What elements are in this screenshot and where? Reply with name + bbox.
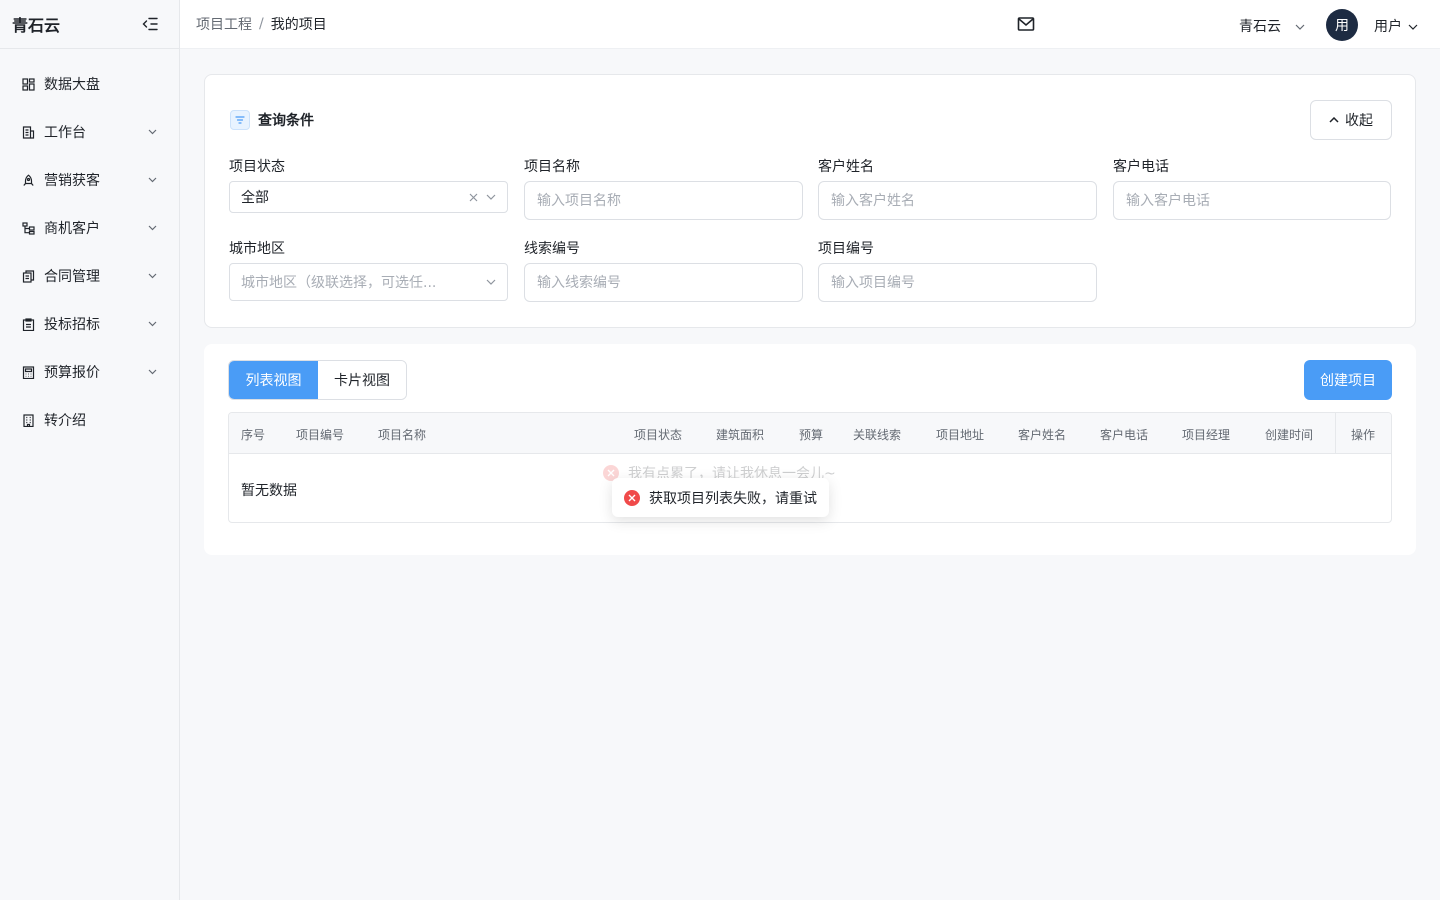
- tenant-switcher[interactable]: 青石云: [1239, 16, 1305, 36]
- table-header: 序号 项目编号 项目名称 项目状态 建筑面积 预算 关联线索 项目地址 客户姓名…: [229, 413, 1391, 454]
- sidebar-item-quotes[interactable]: 预算报价: [0, 348, 179, 396]
- collapse-button[interactable]: 收起: [1310, 100, 1392, 140]
- sidebar-item-bidding[interactable]: 投标招标: [0, 300, 179, 348]
- chevron-down-icon: [485, 191, 497, 203]
- sidebar-brand: 青石云: [0, 0, 179, 49]
- chevron-down-icon: [147, 319, 157, 329]
- chevron-down-icon: [147, 271, 157, 281]
- sidebar-item-dashboard[interactable]: 数据大盘: [0, 60, 179, 108]
- customer-name-input[interactable]: [818, 181, 1097, 220]
- sidebar-item-customers[interactable]: 商机客户: [0, 204, 179, 252]
- query-title: 查询条件: [230, 110, 314, 130]
- avatar[interactable]: 用: [1326, 9, 1358, 41]
- column-header: 项目地址: [936, 428, 985, 442]
- marketing-icon: [21, 173, 35, 187]
- sidebar-menu: 数据大盘 工作台 营销获客 商机客户 合同管理 投标招标 预算报价 转介绍: [0, 49, 179, 444]
- sidebar-item-label: 转介绍: [44, 413, 86, 429]
- empty-state-text: 暂无数据: [241, 483, 297, 499]
- column-header: 客户姓名: [1018, 428, 1067, 442]
- status-label: 项目状态: [229, 159, 285, 175]
- tenant-label: 青石云: [1239, 19, 1281, 35]
- sidebar-item-referral[interactable]: 转介绍: [0, 396, 179, 444]
- breadcrumb-parent[interactable]: 项目工程: [196, 14, 252, 34]
- column-header: 客户电话: [1100, 428, 1149, 442]
- tab-card-view[interactable]: 卡片视图: [318, 361, 406, 399]
- column-header: 项目编号: [296, 428, 345, 442]
- sidebar-collapse-icon[interactable]: [141, 15, 159, 33]
- column-header: 序号: [241, 428, 266, 442]
- sidebar-item-label: 投标招标: [44, 317, 100, 333]
- status-select-value: 全部: [241, 190, 269, 206]
- dashboard-icon: [21, 77, 35, 91]
- building-icon: [21, 413, 35, 427]
- mail-icon[interactable]: [1017, 16, 1035, 32]
- user-menu[interactable]: 用户: [1374, 16, 1418, 36]
- project-name-input[interactable]: [524, 181, 803, 220]
- column-header: 关联线索: [853, 428, 902, 442]
- customer-phone-label: 客户电话: [1113, 159, 1169, 175]
- chevron-down-icon: [147, 223, 157, 233]
- status-select[interactable]: 全部: [229, 181, 508, 213]
- filter-icon: [230, 110, 250, 130]
- create-project-button[interactable]: 创建项目: [1304, 360, 1392, 400]
- customer-icon: [21, 221, 35, 235]
- error-toast: 获取项目列表失败，请重试: [612, 478, 829, 517]
- sidebar-item-label: 工作台: [44, 125, 86, 141]
- city-cascader[interactable]: 城市地区（级联选择，可选任...: [229, 263, 508, 301]
- column-header: 项目名称: [378, 428, 427, 442]
- sidebar-item-workbench[interactable]: 工作台: [0, 108, 179, 156]
- customer-name-label: 客户姓名: [818, 159, 874, 175]
- column-divider: [1335, 413, 1336, 454]
- sidebar-item-marketing[interactable]: 营销获客: [0, 156, 179, 204]
- column-header: 项目状态: [634, 428, 683, 442]
- brand-title: 青石云: [12, 16, 61, 35]
- query-title-text: 查询条件: [258, 113, 314, 129]
- sidebar: 青石云 数据大盘 工作台 营销获客 商机客户 合同管理 投标招标 预算报价 转介…: [0, 0, 180, 900]
- column-header: 预算: [799, 428, 824, 442]
- calculator-icon: [21, 365, 35, 379]
- column-header: 项目经理: [1182, 428, 1231, 442]
- chevron-down-icon: [485, 276, 497, 288]
- lead-no-label: 线索编号: [524, 241, 580, 257]
- collapse-label: 收起: [1345, 113, 1373, 129]
- view-toggle: 列表视图 卡片视图: [228, 360, 407, 400]
- customer-phone-input[interactable]: [1113, 181, 1391, 220]
- error-toast-text: 获取项目列表失败，请重试: [649, 490, 817, 507]
- contract-icon: [21, 269, 35, 283]
- column-header: 建筑面积: [716, 428, 765, 442]
- breadcrumb: 项目工程 / 我的项目: [196, 14, 327, 34]
- project-list-panel: 列表视图 卡片视图 创建项目 序号 项目编号 项目名称 项目状态 建筑面积 预算…: [204, 344, 1416, 555]
- sidebar-item-label: 商机客户: [44, 221, 100, 237]
- sidebar-item-contracts[interactable]: 合同管理: [0, 252, 179, 300]
- user-label: 用户: [1374, 19, 1402, 35]
- breadcrumb-separator: /: [259, 16, 264, 32]
- chevron-down-icon: [1295, 18, 1305, 34]
- sidebar-item-label: 预算报价: [44, 365, 100, 381]
- top-header: 项目工程 / 我的项目 青石云 用 用户: [180, 0, 1440, 49]
- chevron-up-icon: [1329, 117, 1339, 123]
- bidding-icon: [21, 317, 35, 331]
- lead-no-input[interactable]: [524, 263, 803, 302]
- tab-list-view[interactable]: 列表视图: [229, 361, 318, 399]
- chevron-down-icon: [147, 175, 157, 185]
- project-name-label: 项目名称: [524, 159, 580, 175]
- sidebar-item-label: 数据大盘: [44, 77, 100, 93]
- city-label: 城市地区: [229, 241, 285, 257]
- chevron-down-icon: [147, 127, 157, 137]
- project-no-label: 项目编号: [818, 241, 874, 257]
- sidebar-item-label: 合同管理: [44, 269, 100, 285]
- city-cascader-placeholder: 城市地区（级联选择，可选任...: [241, 275, 437, 291]
- error-icon: [624, 489, 640, 506]
- project-no-input[interactable]: [818, 263, 1097, 302]
- workbench-icon: [21, 125, 35, 139]
- breadcrumb-current: 我的项目: [270, 17, 327, 33]
- sidebar-item-label: 营销获客: [44, 173, 100, 189]
- column-header: 操作: [1351, 428, 1376, 442]
- chevron-down-icon: [1408, 18, 1418, 34]
- query-panel: 查询条件 收起 项目状态 全部 项目名称 客户姓名 客户电话 城市地区 城市地区…: [204, 74, 1416, 328]
- clear-icon[interactable]: [467, 191, 479, 203]
- chevron-down-icon: [147, 367, 157, 377]
- column-header: 创建时间: [1265, 428, 1314, 442]
